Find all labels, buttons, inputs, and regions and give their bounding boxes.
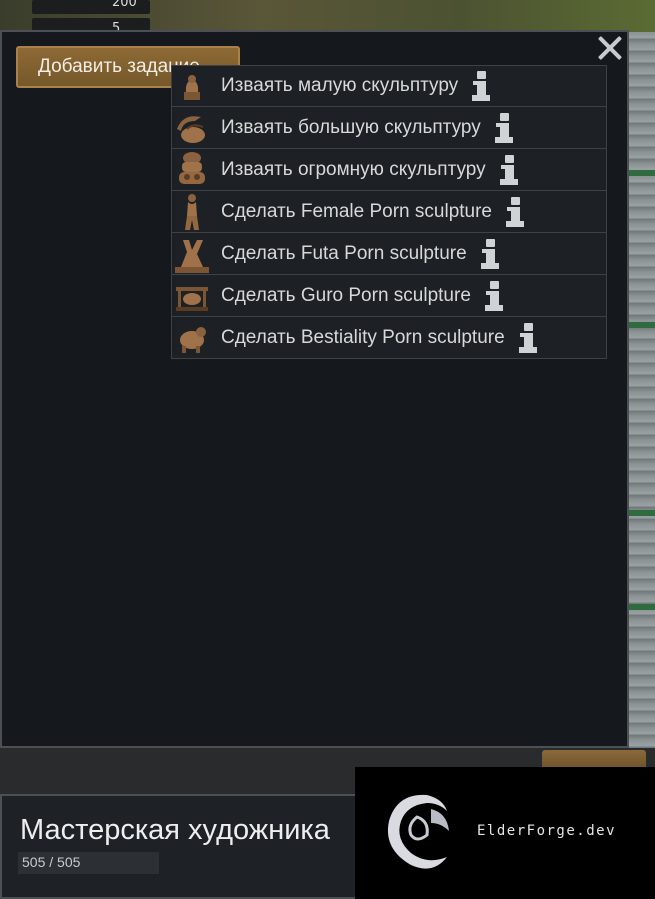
menu-item-futa-sculpture[interactable]: Сделать Futa Porn sculpture <box>171 233 607 275</box>
menu-item-guro-sculpture[interactable]: Сделать Guro Porn sculpture <box>171 275 607 317</box>
info-icon[interactable] <box>494 112 513 143</box>
info-icon[interactable] <box>484 280 503 311</box>
large-sculpture-icon <box>172 108 212 148</box>
bestiality-sculpture-icon <box>172 318 212 358</box>
close-icon[interactable] <box>594 32 626 64</box>
menu-item-label: Изваять большую скульптуру <box>221 116 481 138</box>
menu-item-label: Сделать Bestiality Porn sculpture <box>221 326 505 348</box>
menu-item-label: Сделать Futa Porn sculpture <box>221 242 467 264</box>
menu-item-bestiality-sculpture[interactable]: Сделать Bestiality Porn sculpture <box>171 317 607 359</box>
female-sculpture-icon <box>172 192 212 232</box>
workbench-title: Мастерская художника <box>20 814 330 846</box>
info-icon[interactable] <box>506 196 525 227</box>
watermark-text: ElderForge.dev <box>477 823 617 839</box>
menu-item-label: Сделать Female Porn sculpture <box>221 200 493 222</box>
resource-count: 200 <box>112 0 137 10</box>
hit-points-text: 505 / 505 <box>22 854 81 870</box>
menu-item-small-sculpture[interactable]: Изваять малую скульптуру <box>171 65 607 107</box>
info-icon[interactable] <box>499 154 518 185</box>
dragon-logo-icon <box>387 794 449 869</box>
info-icon[interactable] <box>518 322 537 353</box>
guro-sculpture-icon <box>172 276 212 316</box>
menu-item-label: Изваять малую скульптуру <box>221 75 459 96</box>
hit-points-bar: 505 / 505 <box>18 852 159 874</box>
small-sculpture-icon <box>172 66 212 106</box>
game-world-map <box>628 32 655 772</box>
futa-sculpture-icon <box>172 234 212 274</box>
menu-item-label: Изваять огромную скульптуру <box>221 158 486 180</box>
grand-sculpture-icon <box>172 150 212 190</box>
menu-item-female-sculpture[interactable]: Сделать Female Porn sculpture <box>171 191 607 233</box>
menu-item-large-sculpture[interactable]: Изваять большую скульптуру <box>171 107 607 149</box>
watermark: ElderForge.dev <box>355 767 655 899</box>
menu-item-grand-sculpture[interactable]: Изваять огромную скульптуру <box>171 149 607 191</box>
info-icon[interactable] <box>480 238 499 269</box>
resource-readout[interactable]: 200 <box>32 0 150 14</box>
info-icon[interactable] <box>472 71 491 101</box>
recipe-float-menu: Изваять малую скульптуру Изваять большую… <box>171 65 607 359</box>
game-world-top: 200 5 <box>0 0 655 36</box>
menu-item-label: Сделать Guro Porn sculpture <box>221 284 471 306</box>
